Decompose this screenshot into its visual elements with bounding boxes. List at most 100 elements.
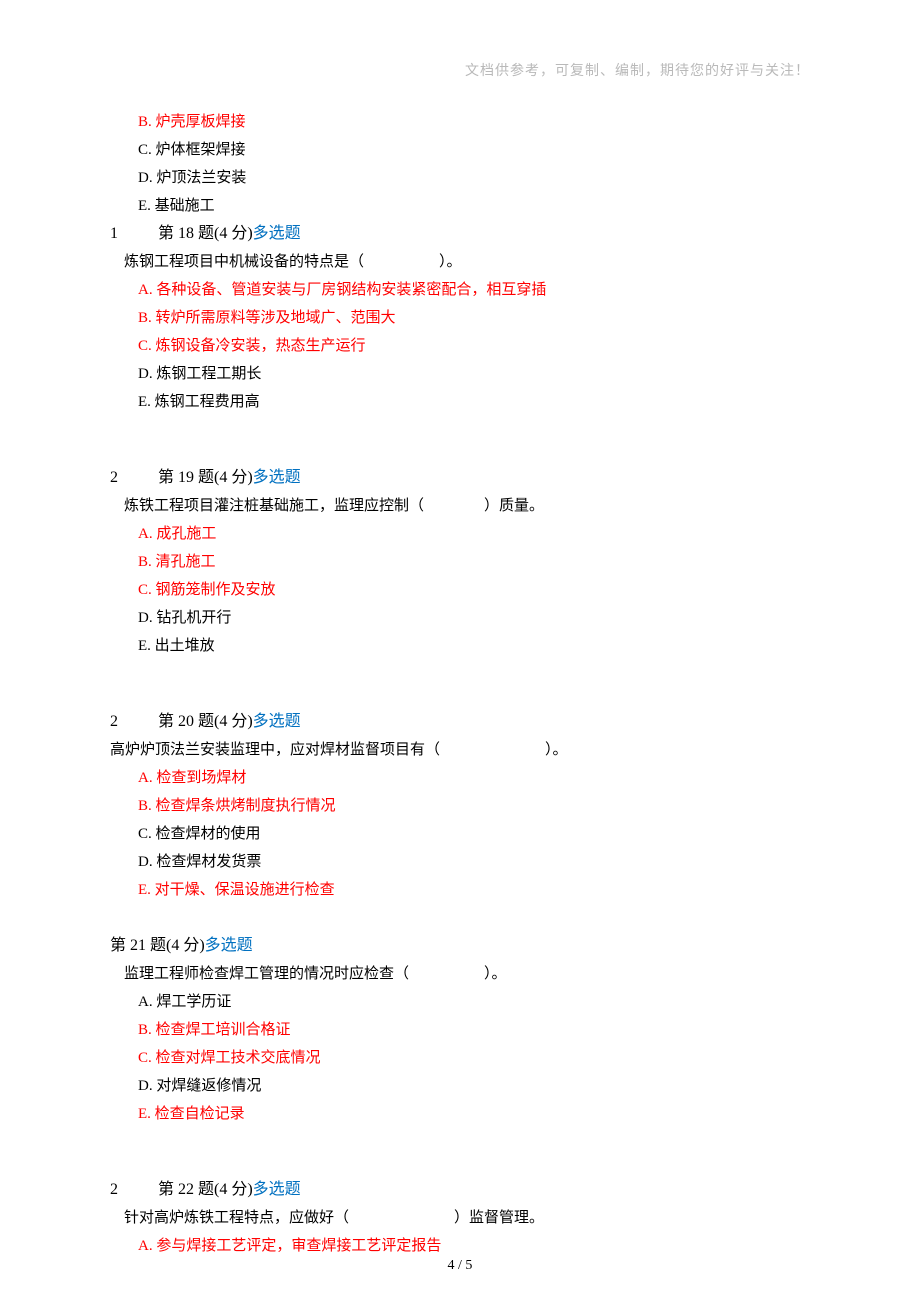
question-title: 2第 22 题(4 分)多选题 <box>110 1176 810 1204</box>
option-text: 焊工学历证 <box>156 994 231 1010</box>
question-type: 多选题 <box>253 469 301 486</box>
answer-option: C. 炉体框架焊接 <box>110 136 810 164</box>
question-title: 2第 20 题(4 分)多选题 <box>110 708 810 736</box>
question-label: 第 22 题(4 分) <box>158 1181 253 1198</box>
answer-option: B. 转炉所需原料等涉及地域广、范围大 <box>110 304 810 332</box>
question-block: 2第 19 题(4 分)多选题炼铁工程项目灌注桩基础施工，监理应控制（ ）质量。… <box>110 464 810 660</box>
question-type: 多选题 <box>253 1181 301 1198</box>
answer-option: B. 清孔施工 <box>110 548 810 576</box>
option-text: 检查焊材的使用 <box>156 826 261 842</box>
question-label: 第 18 题(4 分) <box>158 225 253 242</box>
question-block: 2第 20 题(4 分)多选题高炉炉顶法兰安装监理中，应对焊材监督项目有（ ）。… <box>110 708 810 904</box>
option-text: 检查到场焊材 <box>156 770 246 786</box>
question-stem: 高炉炉顶法兰安装监理中，应对焊材监督项目有（ ）。 <box>110 736 810 764</box>
option-key: A. <box>138 282 156 298</box>
option-key: B. <box>138 1022 156 1038</box>
answer-option: E. 检查自检记录 <box>110 1100 810 1128</box>
option-text: 钢筋笼制作及安放 <box>156 582 276 598</box>
answer-option: E. 炼钢工程费用高 <box>110 388 810 416</box>
option-text: 基础施工 <box>155 198 215 214</box>
answer-option: A. 各种设备、管道安装与厂房钢结构安装紧密配合，相互穿插 <box>110 276 810 304</box>
option-text: 对干燥、保温设施进行检查 <box>155 882 335 898</box>
option-key: E. <box>138 394 155 410</box>
question-label: 第 21 题(4 分) <box>110 937 205 954</box>
option-key: C. <box>138 582 156 598</box>
option-key: D. <box>138 1078 156 1094</box>
option-key: E. <box>138 1106 155 1122</box>
questions-list: 1第 18 题(4 分)多选题炼钢工程项目中机械设备的特点是（ ）。A. 各种设… <box>110 220 810 1260</box>
option-text: 转炉所需原料等涉及地域广、范围大 <box>156 310 396 326</box>
question-prefix-number: 2 <box>110 464 158 492</box>
answer-option: E. 出土堆放 <box>110 632 810 660</box>
answer-option: D. 炼钢工程工期长 <box>110 360 810 388</box>
option-text: 检查焊条烘烤制度执行情况 <box>156 798 336 814</box>
question-block: 第 21 题(4 分)多选题监理工程师检查焊工管理的情况时应检查（ ）。A. 焊… <box>110 932 810 1128</box>
question-title: 1第 18 题(4 分)多选题 <box>110 220 810 248</box>
question-stem: 监理工程师检查焊工管理的情况时应检查（ ）。 <box>110 960 810 988</box>
answer-option: D. 检查焊材发货票 <box>110 848 810 876</box>
option-key: B. <box>138 798 156 814</box>
option-text: 炼钢设备冷安装，热态生产运行 <box>156 338 366 354</box>
answer-option: B. 炉壳厚板焊接 <box>110 108 810 136</box>
answer-option: B. 检查焊条烘烤制度执行情况 <box>110 792 810 820</box>
answer-option: D. 对焊缝返修情况 <box>110 1072 810 1100</box>
question-title: 2第 19 题(4 分)多选题 <box>110 464 810 492</box>
option-text: 检查对焊工技术交底情况 <box>156 1050 321 1066</box>
option-key: D. <box>138 854 156 870</box>
option-key: C. <box>138 338 156 354</box>
option-key: E. <box>138 638 155 654</box>
option-key: A. <box>138 994 156 1010</box>
question-type: 多选题 <box>205 937 253 954</box>
question-type: 多选题 <box>253 713 301 730</box>
option-text: 对焊缝返修情况 <box>156 1078 261 1094</box>
option-text: 检查焊材发货票 <box>156 854 261 870</box>
answer-option: A. 参与焊接工艺评定，审查焊接工艺评定报告 <box>110 1232 810 1260</box>
option-key: B. <box>138 310 156 326</box>
question-label: 第 19 题(4 分) <box>158 469 253 486</box>
answer-option: B. 检查焊工培训合格证 <box>110 1016 810 1044</box>
question-block: 1第 18 题(4 分)多选题炼钢工程项目中机械设备的特点是（ ）。A. 各种设… <box>110 220 810 416</box>
answer-option: E. 基础施工 <box>110 192 810 220</box>
option-key: C. <box>138 826 156 842</box>
question-label: 第 20 题(4 分) <box>158 713 253 730</box>
answer-option: E. 对干燥、保温设施进行检查 <box>110 876 810 904</box>
question-title: 第 21 题(4 分)多选题 <box>110 932 810 960</box>
answer-option: C. 检查对焊工技术交底情况 <box>110 1044 810 1072</box>
option-text: 炉顶法兰安装 <box>156 170 246 186</box>
option-key: B. <box>138 554 156 570</box>
question-stem: 针对高炉炼铁工程特点，应做好（ ）监督管理。 <box>110 1204 810 1232</box>
question-17-tail: B. 炉壳厚板焊接C. 炉体框架焊接D. 炉顶法兰安装E. 基础施工 <box>110 108 810 220</box>
answer-option: C. 炼钢设备冷安装，热态生产运行 <box>110 332 810 360</box>
page: 文档供参考，可复制、编制，期待您的好评与关注！ B. 炉壳厚板焊接C. 炉体框架… <box>0 0 920 1302</box>
question-stem: 炼铁工程项目灌注桩基础施工，监理应控制（ ）质量。 <box>110 492 810 520</box>
answer-option: A. 成孔施工 <box>110 520 810 548</box>
answer-option: C. 检查焊材的使用 <box>110 820 810 848</box>
option-text: 参与焊接工艺评定，审查焊接工艺评定报告 <box>156 1238 441 1254</box>
question-prefix-number: 2 <box>110 1176 158 1204</box>
option-text: 成孔施工 <box>156 526 216 542</box>
option-key: E. <box>138 198 155 214</box>
option-key: A. <box>138 770 156 786</box>
option-text: 炼钢工程费用高 <box>155 394 260 410</box>
option-key: B. <box>138 114 156 130</box>
option-key: D. <box>138 366 156 382</box>
answer-option: D. 炉顶法兰安装 <box>110 164 810 192</box>
option-text: 炉壳厚板焊接 <box>156 114 246 130</box>
option-key: D. <box>138 610 156 626</box>
option-text: 出土堆放 <box>155 638 215 654</box>
option-text: 检查焊工培训合格证 <box>156 1022 291 1038</box>
option-text: 检查自检记录 <box>155 1106 245 1122</box>
question-prefix-number: 2 <box>110 708 158 736</box>
option-text: 清孔施工 <box>156 554 216 570</box>
question-stem: 炼钢工程项目中机械设备的特点是（ ）。 <box>110 248 810 276</box>
option-key: D. <box>138 170 156 186</box>
answer-option: D. 钻孔机开行 <box>110 604 810 632</box>
option-text: 炼钢工程工期长 <box>156 366 261 382</box>
question-type: 多选题 <box>253 225 301 242</box>
option-text: 各种设备、管道安装与厂房钢结构安装紧密配合，相互穿插 <box>156 282 546 298</box>
question-block: 2第 22 题(4 分)多选题针对高炉炼铁工程特点，应做好（ ）监督管理。A. … <box>110 1176 810 1260</box>
option-text: 钻孔机开行 <box>156 610 231 626</box>
question-prefix-number: 1 <box>110 220 158 248</box>
option-key: C. <box>138 1050 156 1066</box>
answer-option: A. 检查到场焊材 <box>110 764 810 792</box>
